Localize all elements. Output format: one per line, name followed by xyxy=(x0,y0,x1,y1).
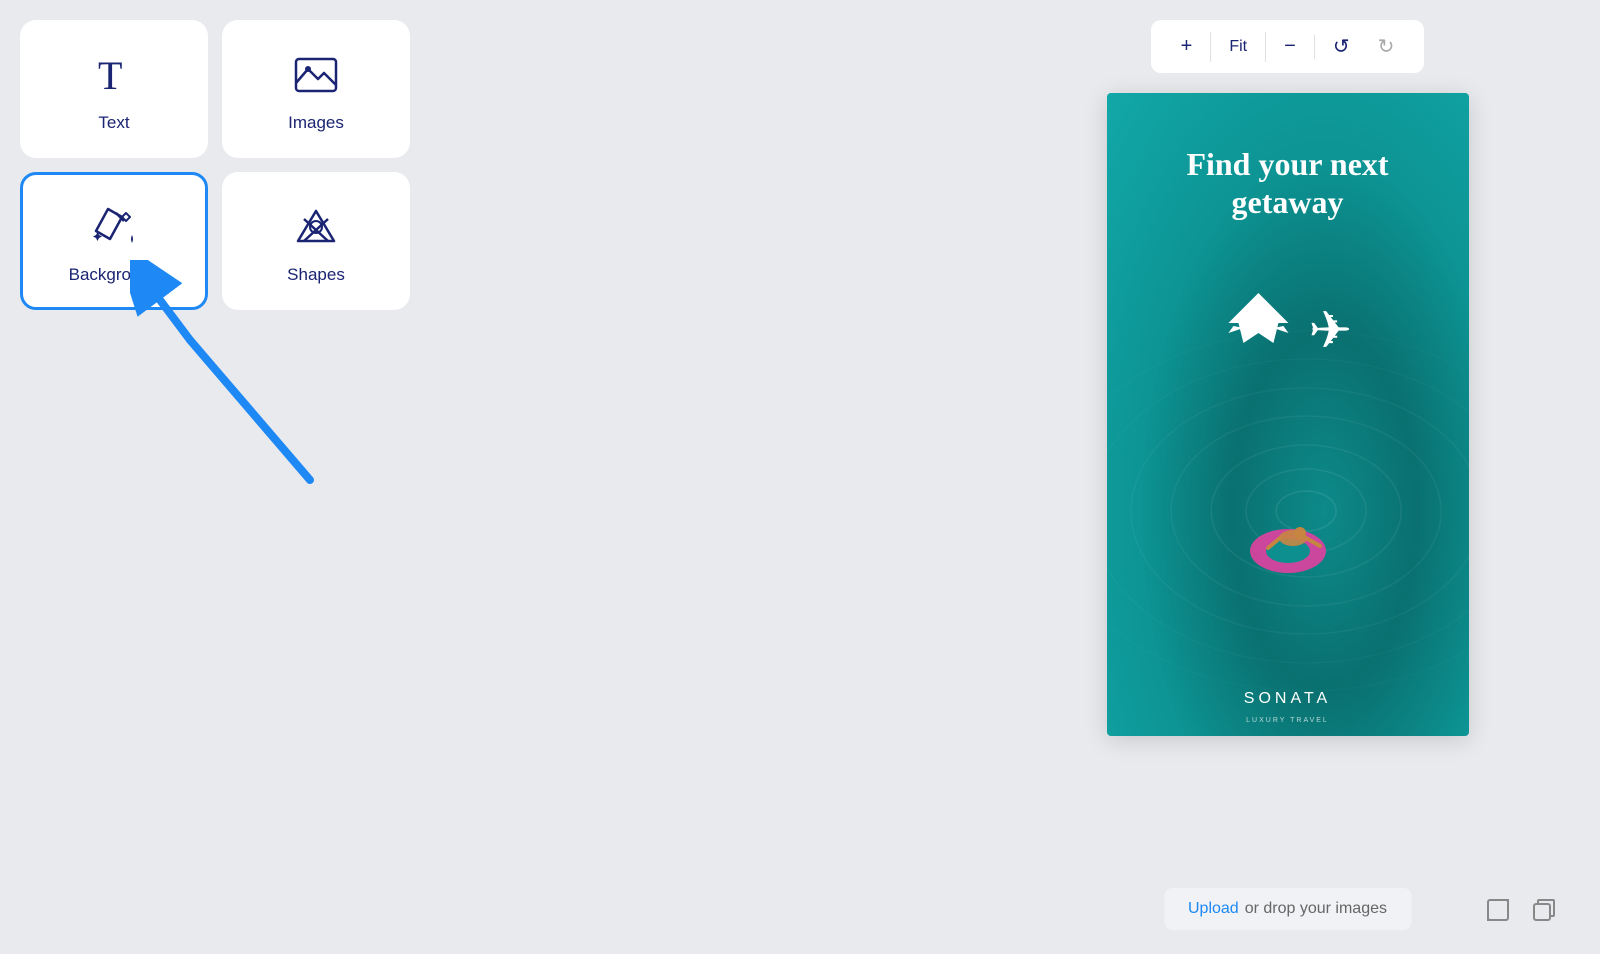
tool-card-shapes[interactable]: Shapes xyxy=(222,172,410,310)
text-tool-label: Text xyxy=(98,113,129,133)
center-area xyxy=(430,0,975,954)
upload-link[interactable]: Upload xyxy=(1188,900,1239,918)
images-icon xyxy=(292,51,340,99)
canvas-wrapper: Find your next getaway ✈ xyxy=(1107,93,1469,736)
tool-card-background[interactable]: Background xyxy=(20,172,208,310)
tool-card-text[interactable]: T Text xyxy=(20,20,208,158)
fit-label: Fit xyxy=(1210,32,1266,62)
left-panel: T Text Images xyxy=(0,0,430,954)
tool-card-images[interactable]: Images xyxy=(222,20,410,158)
redo-button[interactable]: ↻ xyxy=(1364,28,1409,65)
canvas-brand-sub: LUXURY TRAVEL xyxy=(1107,717,1469,724)
zoom-in-button[interactable]: + xyxy=(1167,29,1207,64)
canvas-headline: Find your next getaway xyxy=(1107,145,1469,222)
shapes-icon xyxy=(290,203,342,251)
expand-icon[interactable] xyxy=(1482,894,1514,926)
svg-text:T: T xyxy=(98,53,122,98)
background-icon xyxy=(88,203,140,251)
upload-rest-text: or drop your images xyxy=(1245,900,1387,918)
canvas-card: Find your next getaway ✈ xyxy=(1107,93,1469,736)
background-tool-label: Background xyxy=(69,265,160,285)
right-panel: + Fit − ↺ ↻ xyxy=(975,0,1600,954)
tools-grid: T Text Images xyxy=(20,20,410,310)
text-icon: T xyxy=(90,51,138,99)
undo-button[interactable]: ↺ xyxy=(1319,28,1364,65)
upload-bar: Upload or drop your images xyxy=(1164,888,1411,930)
bottom-right-icons xyxy=(1482,894,1560,926)
canvas-brand: SONATA xyxy=(1107,690,1469,708)
images-tool-label: Images xyxy=(288,113,344,133)
airplane-icon: ✈ xyxy=(1223,288,1352,361)
shapes-tool-label: Shapes xyxy=(287,265,345,285)
copy-icon[interactable] xyxy=(1528,894,1560,926)
floatie-person xyxy=(1238,496,1338,581)
zoom-out-button[interactable]: − xyxy=(1270,29,1310,64)
canvas-toolbar: + Fit − ↺ ↻ xyxy=(1151,20,1425,73)
toolbar-divider xyxy=(1314,35,1315,59)
